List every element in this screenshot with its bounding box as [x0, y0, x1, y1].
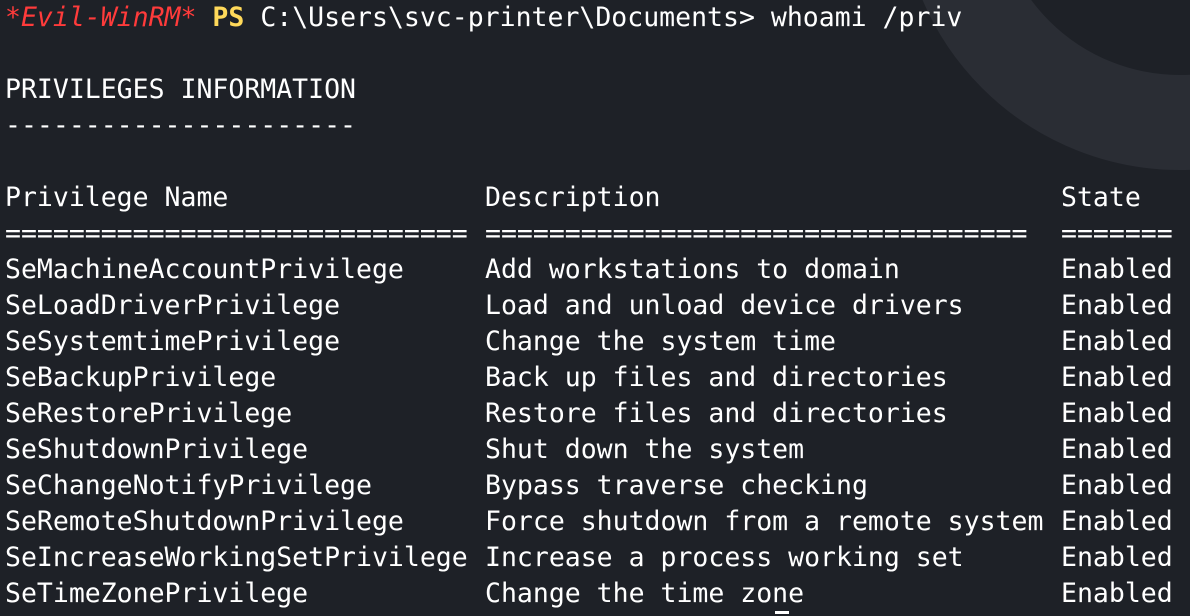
- header-privilege-name: Privilege Name: [5, 182, 229, 213]
- privilege-name: SeBackupPrivilege: [5, 362, 277, 393]
- table-row: SeTimeZonePrivilege Change the time zone…: [5, 576, 1173, 612]
- section-underline: ----------------------: [5, 110, 356, 141]
- header-description: Description: [485, 182, 661, 213]
- privilege-description: Increase a process working set: [485, 542, 964, 573]
- privilege-state: Enabled: [1061, 578, 1173, 609]
- privilege-state: Enabled: [1061, 542, 1173, 573]
- privilege-description: Shut down the system: [485, 434, 805, 465]
- text-cursor: [775, 611, 789, 614]
- privilege-description: Change the system time: [485, 326, 836, 357]
- privilege-name: SeSystemtimePrivilege: [5, 326, 341, 357]
- shell-tag: *Evil-WinRM*: [5, 2, 197, 33]
- privilege-description: Add workstations to domain: [485, 254, 900, 285]
- table-row: SeBackupPrivilege Back up files and dire…: [5, 360, 1173, 396]
- privilege-name: SeShutdownPrivilege: [5, 434, 309, 465]
- table-row: SeSystemtimePrivilege Change the system …: [5, 324, 1173, 360]
- command-text: whoami /priv: [770, 2, 963, 33]
- privilege-state: Enabled: [1061, 434, 1173, 465]
- privilege-description: Change the time zone: [485, 578, 805, 609]
- privilege-name: SeRestorePrivilege: [5, 398, 293, 429]
- table-separator: ============================= ==========…: [5, 216, 1173, 252]
- table-row: SeRemoteShutdownPrivilege Force shutdown…: [5, 504, 1173, 540]
- privilege-description: Bypass traverse checking: [485, 470, 868, 501]
- section-title: PRIVILEGES INFORMATION: [5, 74, 356, 105]
- table-row: SeLoadDriverPrivilege Load and unload de…: [5, 288, 1173, 324]
- table-row: SeIncreaseWorkingSetPrivilege Increase a…: [5, 540, 1173, 576]
- terminal-window[interactable]: *Evil-WinRM* PS C:\Users\svc-printer\Doc…: [0, 0, 1190, 616]
- privilege-name: SeTimeZonePrivilege: [5, 578, 309, 609]
- header-state: State: [1061, 182, 1141, 213]
- table-row: SeRestorePrivilege Restore files and dir…: [5, 396, 1173, 432]
- privilege-name: SeLoadDriverPrivilege: [5, 290, 341, 321]
- table-row: SeChangeNotifyPrivilege Bypass traverse …: [5, 468, 1173, 504]
- privilege-state: Enabled: [1061, 506, 1173, 537]
- table-header: Privilege Name Description State: [5, 180, 1141, 216]
- prompt-line: *Evil-WinRM* PS C:\Users\svc-printer\Doc…: [5, 0, 962, 36]
- separator-description: ==================================: [485, 218, 1028, 249]
- privilege-state: Enabled: [1061, 398, 1173, 429]
- separator-privilege-name: =============================: [5, 218, 468, 249]
- prompt-path: C:\Users\svc-printer\Documents>: [260, 2, 755, 33]
- privilege-state: Enabled: [1061, 326, 1173, 357]
- table-row: SeShutdownPrivilege Shut down the system…: [5, 432, 1173, 468]
- separator-state: =======: [1061, 218, 1173, 249]
- privilege-description: Restore files and directories: [485, 398, 948, 429]
- privilege-state: Enabled: [1061, 254, 1173, 285]
- privilege-description: Load and unload device drivers: [485, 290, 964, 321]
- privilege-description: Force shutdown from a remote system: [485, 506, 1044, 537]
- privilege-name: SeMachineAccountPrivilege: [5, 254, 404, 285]
- ps-label: PS: [212, 2, 245, 33]
- privilege-description: Back up files and directories: [485, 362, 948, 393]
- table-row: SeMachineAccountPrivilege Add workstatio…: [5, 252, 1173, 288]
- privilege-state: Enabled: [1061, 290, 1173, 321]
- privilege-state: Enabled: [1061, 470, 1173, 501]
- privilege-name: SeRemoteShutdownPrivilege: [5, 506, 404, 537]
- privilege-name: SeIncreaseWorkingSetPrivilege: [5, 542, 468, 573]
- privilege-name: SeChangeNotifyPrivilege: [5, 470, 372, 501]
- privilege-state: Enabled: [1061, 362, 1173, 393]
